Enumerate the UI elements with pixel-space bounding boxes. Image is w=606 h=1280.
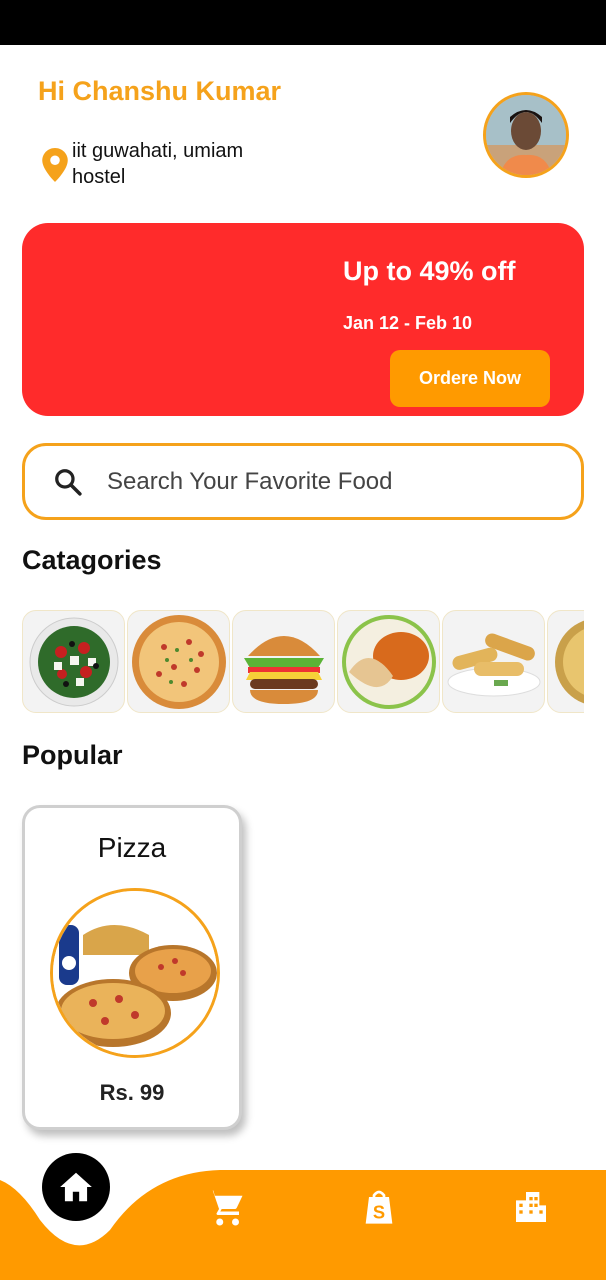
pizza-image [53, 891, 217, 1055]
category-curry[interactable] [337, 610, 440, 713]
search-input[interactable]: Search Your Favorite Food [107, 468, 393, 496]
popular-item-price: Rs. 99 [99, 1080, 165, 1105]
promo-dates: Jan 12 - Feb 10 [343, 313, 473, 333]
popular-item-card[interactable]: Pizza Rs. 99 [22, 805, 242, 1130]
nav-building-button[interactable] [507, 1183, 555, 1231]
address-text: iit guwahati, umiam hostel [72, 140, 244, 188]
spring-rolls-icon [447, 633, 540, 696]
building-icon [516, 1192, 546, 1222]
order-now-button[interactable]: Ordere Now [390, 350, 550, 407]
search-icon [55, 468, 82, 496]
svg-text:S: S [373, 1202, 385, 1223]
location-pin-icon [42, 148, 68, 182]
search-bar[interactable]: Search Your Favorite Food [22, 443, 584, 520]
category-pizza[interactable] [127, 610, 230, 713]
categories-heading: Catagories [22, 545, 162, 575]
popular-item-name: Pizza [97, 832, 167, 863]
categories-list [22, 610, 584, 715]
home-icon [60, 1172, 92, 1202]
category-spring-rolls[interactable] [442, 610, 545, 713]
biryani-icon [554, 619, 584, 704]
nav-cart-button[interactable] [200, 1183, 250, 1233]
avatar-photo [486, 95, 566, 175]
promo-title: Up to 49% off [343, 256, 516, 286]
popular-item-image [50, 888, 220, 1058]
greeting-text: Hi Chanshu Kumar [38, 76, 282, 106]
category-burger[interactable] [232, 610, 335, 713]
category-biryani[interactable] [547, 610, 584, 713]
status-bar [0, 0, 606, 45]
nav-shop-button[interactable]: S [355, 1183, 403, 1231]
curry-icon [341, 614, 436, 709]
promo-banner: Up to 49% off Jan 12 - Feb 10 Ordere Now [22, 223, 584, 416]
salad-icon [29, 617, 118, 706]
shop-icon: S [365, 1190, 393, 1224]
nav-home-button[interactable] [42, 1153, 110, 1221]
category-salad[interactable] [22, 610, 125, 713]
cart-icon [205, 1190, 243, 1226]
popular-heading: Popular [22, 740, 123, 770]
avatar[interactable] [483, 92, 569, 178]
pizza-icon [131, 614, 226, 709]
burger-icon [243, 635, 324, 704]
location: iit guwahati, umiam hostel [42, 138, 292, 190]
